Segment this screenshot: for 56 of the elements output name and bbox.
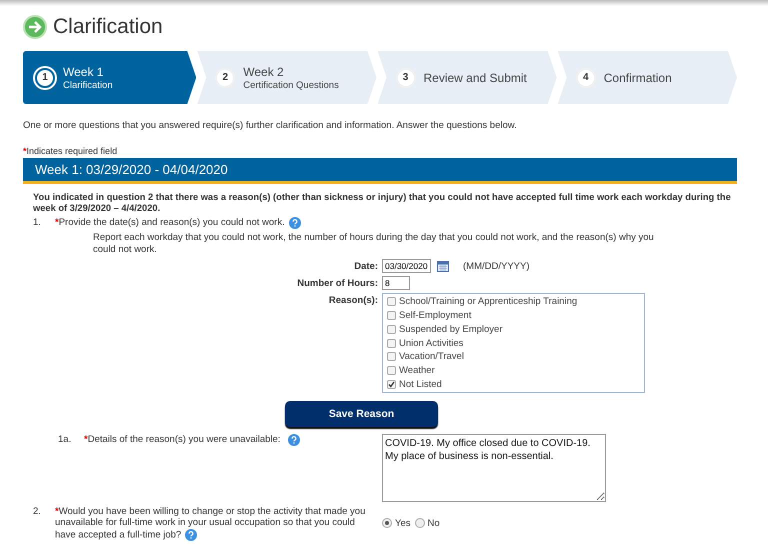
checkbox[interactable]: [387, 366, 396, 375]
calendar-icon[interactable]: [437, 260, 449, 272]
checkbox[interactable]: [387, 352, 396, 362]
checkbox-label: Vacation/Travel: [399, 351, 464, 362]
intro-text: One or more questions that you answered require(s) further clarification and information. Answer the questions below.: [23, 120, 518, 131]
progress-step[interactable]: 3 Review and Submit: [378, 51, 557, 104]
step-title: Review and Submit: [424, 70, 527, 84]
field-label: Date:: [354, 260, 378, 272]
radio-button[interactable]: [414, 518, 424, 528]
details-field[interactable]: COVID-19. My office closed due to COVID-19. My place of business is non-essential.: [382, 434, 606, 502]
step-number: 4: [576, 68, 596, 88]
radio-label: No: [428, 518, 440, 529]
date-format-hint: (MM/DD/YYYY): [463, 260, 530, 272]
progress-step[interactable]: 4 Confirmation: [558, 51, 737, 104]
question-text: *Would you have been willing to change or stop the activity that made you unavailable for full-time work in your usual occupation so that you could have accepted a full-time job?: [55, 506, 366, 541]
checkbox-label: School/Training or Apprenticeship Training: [399, 296, 578, 308]
required-note: *Indicates required field: [23, 146, 118, 156]
checkbox-label: Not Listed: [399, 378, 442, 390]
checkbox[interactable]: [387, 324, 396, 334]
week-header: Week 1: 03/29/2020 - 04/04/2020: [23, 158, 737, 184]
question-text: *Details of the reason(s) you were unavailable:: [84, 434, 280, 445]
date-field[interactable]: 03/30/2020: [382, 259, 431, 274]
checkbox-label: Suspended by Employer: [399, 324, 503, 335]
field-label: Number of Hours:: [297, 277, 378, 290]
radio-button[interactable]: [382, 518, 392, 528]
checkbox[interactable]: [387, 297, 396, 306]
checkbox-label: Weather: [399, 364, 435, 376]
field-label: Reason(s):: [328, 294, 378, 306]
save-reason-button[interactable]: Save Reason: [285, 400, 438, 427]
step-title: Week 2: [243, 64, 285, 78]
hours-field[interactable]: 8: [382, 276, 410, 290]
question-number: 1a.: [58, 434, 72, 445]
checkbox[interactable]: [387, 338, 396, 348]
checkbox-label: Union Activities: [399, 338, 464, 349]
question-number: 1.: [33, 217, 42, 230]
progress-step[interactable]: 2 Week 2 Certification Questions: [197, 51, 376, 104]
instructions-text: Report each workday that you could not work, the number of hours during the day that you could not work, and the reason(s) why you could not work.: [93, 232, 655, 256]
step-number: 3: [396, 68, 416, 88]
checkbox[interactable]: [387, 380, 396, 389]
radio-label: Yes: [395, 518, 410, 529]
progress-step[interactable]: 1 Week 1 Clarification: [23, 51, 196, 104]
step-title: Confirmation: [604, 70, 672, 84]
step-title: Week 1: [63, 64, 104, 78]
page-title: Clarification: [53, 15, 163, 39]
checkbox[interactable]: [387, 311, 396, 320]
checkbox-label: Self-Employment: [399, 310, 472, 322]
step-number: 2: [215, 68, 236, 88]
help-icon[interactable]: [185, 528, 198, 541]
summary-text: You indicated in question 2 that there was a reason(s) (other than sickness or injury) that you could not have accepted full time work each workday during the week of 3/29/2020 – 4/4/2020.: [33, 192, 732, 214]
step-subtitle: Clarification: [63, 80, 113, 90]
step-subtitle: Certification Questions: [243, 80, 339, 90]
help-icon[interactable]: [288, 217, 301, 230]
question-text: *Provide the date(s) and reason(s) you could not work.: [55, 217, 285, 230]
question-number: 2.: [33, 506, 42, 519]
help-icon[interactable]: [288, 434, 300, 446]
step-number: 1: [35, 68, 55, 88]
